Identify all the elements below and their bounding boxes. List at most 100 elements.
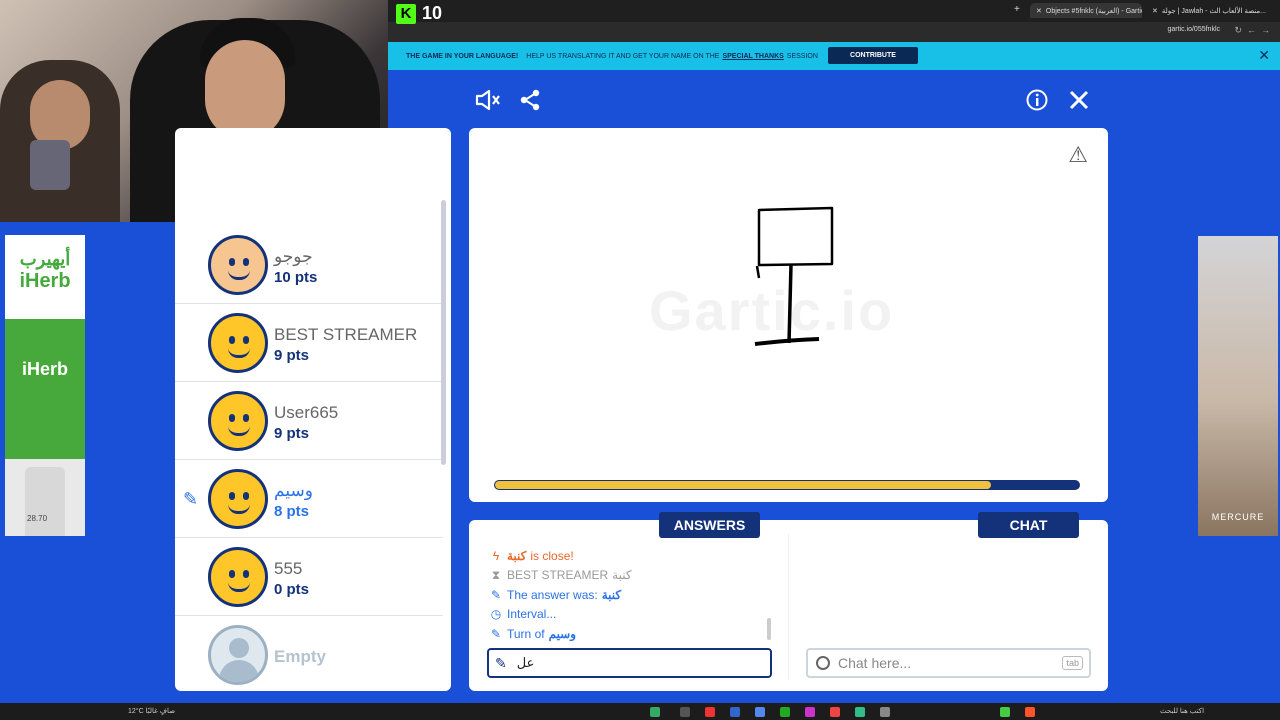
ad-brand: MERCURE xyxy=(1211,512,1265,522)
answers-chat-panel: ANSWERS CHAT ϟ كنبة is close! ⧗ BEST STR… xyxy=(469,512,1108,691)
player-row: BEST STREAMER 9 pts xyxy=(175,305,443,382)
browser-tab-label: جولة | Jawlah - منصة الألعاب الث... xyxy=(1161,7,1266,15)
answer-text: كنبة xyxy=(612,568,632,583)
drawing-pencil-icon: ✎ xyxy=(183,489,199,509)
player-row-empty: Empty xyxy=(175,617,443,691)
chat-placeholder: Chat here... xyxy=(838,655,912,671)
app-icon[interactable] xyxy=(680,707,690,717)
close-game-icon[interactable] xyxy=(1065,86,1093,114)
banner-headline: THE GAME IN YOUR LANGUAGE! xyxy=(406,52,519,60)
player-name: User665 xyxy=(274,403,339,422)
answer-text: is close! xyxy=(530,548,574,563)
banner-text: HELP US TRANSLATING IT AND GET YOUR NAME… xyxy=(526,52,720,60)
share-icon[interactable] xyxy=(516,86,544,114)
answer-player: BEST STREAMER xyxy=(507,568,609,583)
browser-tab-label: Objects #5fnklc (العربية) - Gartic xyxy=(1045,7,1142,15)
app-icon[interactable] xyxy=(730,707,740,717)
player-row: User665 9 pts xyxy=(175,383,443,460)
url-field[interactable]: gartic.io/055fnklc xyxy=(1167,26,1220,33)
player-points: 8 pts xyxy=(274,503,310,520)
os-taskbar: 12°C صافٍ غالبًا اكتب هنا للبحث xyxy=(0,703,1280,720)
ad-brand-arabic: أيهيرب xyxy=(19,249,71,269)
pencil-icon: ✎ xyxy=(490,587,502,602)
new-tab-button[interactable]: + xyxy=(1014,4,1020,15)
viewer-counter: K 10 xyxy=(396,3,442,24)
close-tab-icon[interactable]: ✕ xyxy=(1036,7,1042,15)
weather-widget[interactable]: 12°C صافٍ غالبًا xyxy=(128,707,175,715)
sound-icon[interactable] xyxy=(474,86,502,114)
list-item: ϟ كنبة is close! xyxy=(489,546,779,566)
pencil-icon: ✎ xyxy=(490,626,502,641)
answer-text: Interval... xyxy=(507,607,557,622)
app-icon[interactable] xyxy=(780,707,790,717)
tab-answers[interactable]: ANSWERS xyxy=(659,512,760,538)
tab-shortcut-badge: tab xyxy=(1062,656,1083,670)
answer-player: وسيم xyxy=(548,626,577,641)
app-icon[interactable] xyxy=(650,707,660,717)
player-row: جوجو 10 pts xyxy=(175,227,443,304)
brave-icon[interactable] xyxy=(1025,707,1035,717)
banner-text-after: SESSION xyxy=(786,52,818,60)
hourglass-icon: ⧗ xyxy=(491,567,501,582)
close-banner-icon[interactable]: ✕ xyxy=(1258,47,1270,64)
viewer-count: 10 xyxy=(422,3,443,23)
back-icon[interactable]: ← xyxy=(1247,25,1256,35)
drawing-strokes xyxy=(754,206,834,346)
webcam-face xyxy=(205,40,285,140)
avatar xyxy=(208,391,268,451)
browser-tab-jawlah[interactable]: ✕ جولة | Jawlah - منصة الألعاب الث... xyxy=(1146,3,1276,18)
ad-brand: iHerb xyxy=(21,359,68,379)
bolt-icon: ϟ xyxy=(492,548,500,563)
round-timer-bar xyxy=(494,480,1080,490)
player-name: 555 xyxy=(274,559,303,578)
answers-list: ϟ كنبة is close! ⧗ BEST STREAMER كنبة ✎ … xyxy=(489,546,779,644)
clock-icon: ◷ xyxy=(490,607,502,622)
ad-iherb[interactable]: أيهيرب iHerb iHerb 28.70 xyxy=(5,235,85,536)
browser-tab-gartic[interactable]: ✕ Objects #5fnklc (العربية) - Gartic xyxy=(1030,3,1142,18)
avatar xyxy=(208,313,268,373)
chrome-icon[interactable] xyxy=(1000,707,1010,717)
drawing-canvas: Gartic.io ⚠ xyxy=(469,128,1108,502)
players-scrollbar[interactable] xyxy=(441,200,446,465)
special-thanks-link[interactable]: SPECIAL THANKS xyxy=(722,53,783,60)
ad-mercure[interactable]: MERCURE xyxy=(1198,236,1278,536)
player-points: 0 pts xyxy=(274,581,310,598)
app-icon[interactable] xyxy=(830,707,840,717)
answer-word: كنبة xyxy=(601,587,622,602)
players-panel: جوجو 10 pts BEST STREAMER 9 pts User665 … xyxy=(175,128,451,691)
list-item: ◷ Interval... xyxy=(489,605,779,625)
taskbar-search[interactable]: اكتب هنا للبحث xyxy=(1160,707,1204,715)
app-icon[interactable] xyxy=(805,707,815,717)
panel-divider xyxy=(788,534,789,680)
reload-icon[interactable]: ↻ xyxy=(1234,25,1242,36)
answer-word: كنبة xyxy=(507,548,527,563)
chat-input[interactable]: Chat here... tab xyxy=(806,648,1091,678)
answers-scrollbar[interactable] xyxy=(767,618,771,640)
player-row: 555 0 pts xyxy=(175,539,443,616)
forward-icon[interactable]: → xyxy=(1261,25,1270,35)
app-icon[interactable] xyxy=(880,707,890,717)
ad-brand: iHerb xyxy=(19,270,71,292)
player-points: 10 pts xyxy=(274,269,318,286)
ad-product-image xyxy=(25,467,65,536)
kick-logo-icon: K xyxy=(396,3,416,24)
round-timer-fill xyxy=(495,481,992,489)
avatar xyxy=(208,235,268,295)
answer-input-value[interactable]: عل xyxy=(517,655,535,671)
answer-input[interactable]: ✎ عل xyxy=(487,648,772,678)
player-name: Empty xyxy=(274,647,326,666)
ad-price: 28.70 xyxy=(27,514,48,523)
app-icon[interactable] xyxy=(705,707,715,717)
webcam-phone xyxy=(30,140,70,190)
app-icon[interactable] xyxy=(755,707,765,717)
tab-chat[interactable]: CHAT xyxy=(978,512,1079,538)
list-item: ⧗ BEST STREAMER كنبة xyxy=(489,566,779,586)
close-tab-icon[interactable]: ✕ xyxy=(1152,7,1158,15)
info-icon[interactable] xyxy=(1023,86,1051,114)
chat-bubble-icon xyxy=(816,656,830,670)
app-icon[interactable] xyxy=(855,707,865,717)
contribute-button[interactable]: CONTRIBUTE xyxy=(828,47,918,64)
player-row: ✎ وسيم 8 pts xyxy=(175,461,443,538)
empty-avatar xyxy=(208,625,268,685)
pencil-icon: ✎ xyxy=(495,654,507,671)
